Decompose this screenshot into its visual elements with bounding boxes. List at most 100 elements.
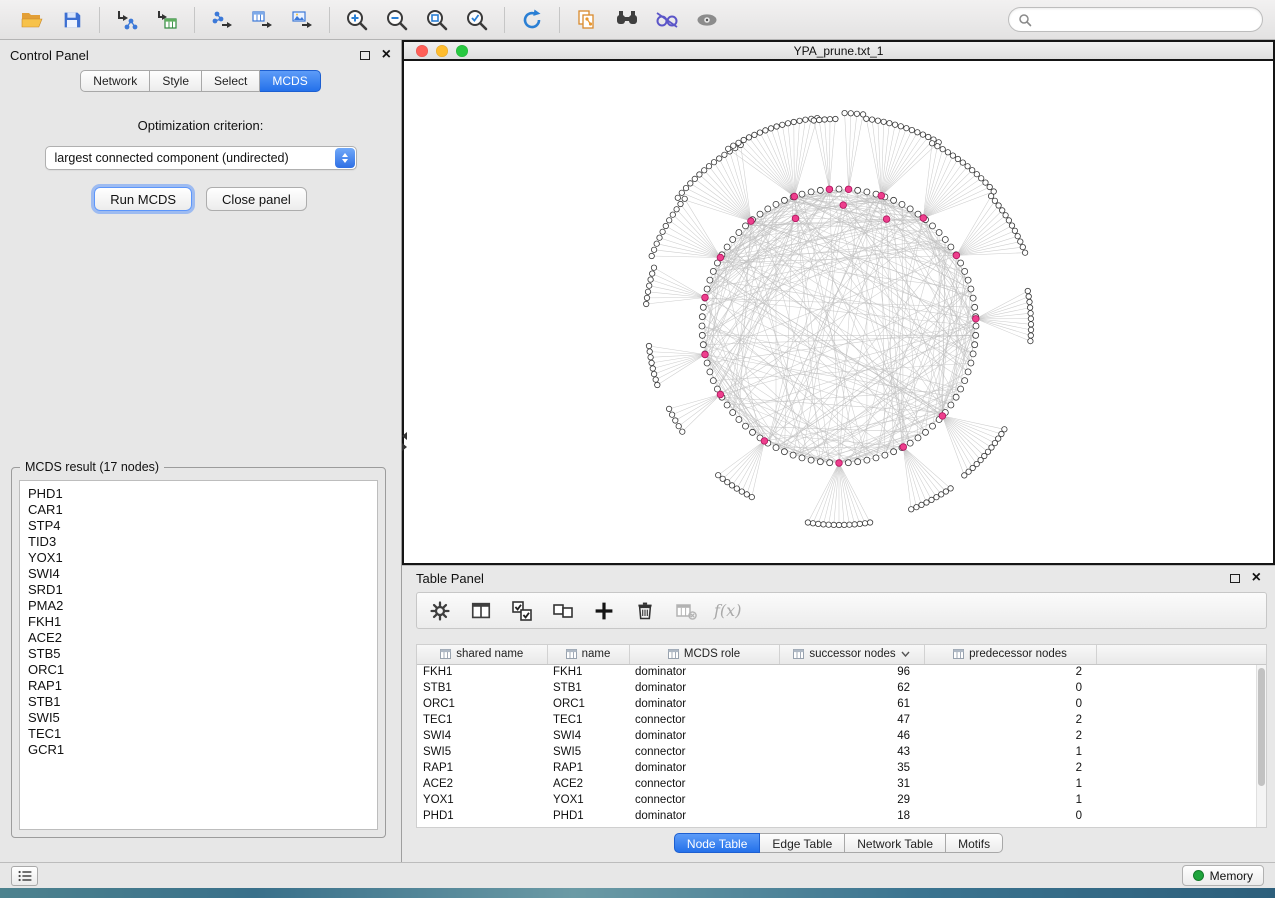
control-panel-header: Control Panel × — [0, 40, 401, 70]
show-columns-icon[interactable] — [468, 598, 494, 624]
table-tab-node-table[interactable]: Node Table — [674, 833, 761, 853]
table-row[interactable]: PHD1PHD1dominator180 — [417, 808, 1267, 824]
table-cell: SWI5 — [547, 744, 629, 760]
table-tab-network-table[interactable]: Network Table — [845, 833, 946, 853]
zoom-in-icon[interactable] — [337, 5, 377, 35]
table-scrollbar[interactable] — [1256, 665, 1266, 827]
table-row[interactable]: TEC1TEC1connector472 — [417, 712, 1267, 728]
close-panel-button[interactable]: Close panel — [206, 187, 307, 211]
run-mcds-button[interactable]: Run MCDS — [94, 187, 192, 211]
tab-select[interactable]: Select — [202, 70, 260, 92]
result-node-item[interactable]: ORC1 — [28, 662, 377, 678]
float-panel-icon[interactable] — [360, 51, 370, 60]
memory-button[interactable]: Memory — [1182, 865, 1264, 886]
result-node-item[interactable]: ACE2 — [28, 630, 377, 646]
close-panel-icon[interactable]: × — [382, 50, 391, 60]
table-cell: 43 — [779, 744, 924, 760]
table-tab-edge-table[interactable]: Edge Table — [760, 833, 845, 853]
window-maximize-button[interactable] — [456, 45, 468, 57]
result-node-item[interactable]: RAP1 — [28, 678, 377, 694]
show-all-icon[interactable] — [687, 5, 727, 35]
tab-mcds[interactable]: MCDS — [260, 70, 320, 92]
result-node-item[interactable]: STP4 — [28, 518, 377, 534]
table-row[interactable]: RAP1RAP1dominator352 — [417, 760, 1267, 776]
result-node-item[interactable]: FKH1 — [28, 614, 377, 630]
column-header-name[interactable]: name — [547, 645, 629, 664]
table-cell: TEC1 — [417, 712, 547, 728]
add-row-icon[interactable] — [591, 598, 617, 624]
collapse-left-icon[interactable] — [402, 432, 407, 440]
table-row[interactable]: FKH1FKH1dominator962 — [417, 664, 1267, 680]
float-table-panel-icon[interactable] — [1230, 574, 1240, 583]
hide-selected-icon[interactable] — [647, 5, 687, 35]
zoom-selected-icon[interactable] — [457, 5, 497, 35]
table-cell: STB1 — [547, 680, 629, 696]
export-network-icon[interactable] — [202, 5, 242, 35]
close-table-panel-icon[interactable]: × — [1252, 573, 1261, 583]
table-cell — [1096, 792, 1267, 808]
table-cell: 46 — [779, 728, 924, 744]
toolbar-separator — [559, 7, 560, 33]
table-cell — [1096, 664, 1267, 680]
clear-selection-icon[interactable] — [550, 598, 576, 624]
delete-row-icon[interactable] — [632, 598, 658, 624]
table-row[interactable]: YOX1YOX1connector291 — [417, 792, 1267, 808]
criterion-dropdown[interactable]: largest connected component (undirected) — [45, 146, 357, 170]
criterion-value: largest connected component (undirected) — [55, 151, 289, 165]
window-close-button[interactable] — [416, 45, 428, 57]
table-row[interactable]: ORC1ORC1dominator610 — [417, 696, 1267, 712]
splitter-handles[interactable] — [402, 432, 407, 451]
column-header-MCDS-role[interactable]: MCDS role — [629, 645, 779, 664]
zoom-out-icon[interactable] — [377, 5, 417, 35]
clone-network-icon[interactable] — [567, 5, 607, 35]
export-image-icon[interactable] — [282, 5, 322, 35]
import-network-icon[interactable] — [107, 5, 147, 35]
select-all-icon[interactable] — [509, 598, 535, 624]
search-network-icon[interactable] — [607, 5, 647, 35]
open-folder-icon[interactable] — [12, 5, 52, 35]
settings-gear-icon[interactable] — [427, 598, 453, 624]
result-node-item[interactable]: SWI4 — [28, 566, 377, 582]
search-input[interactable] — [1038, 13, 1262, 27]
global-search-field[interactable] — [1008, 7, 1263, 32]
table-row[interactable]: SWI4SWI4dominator462 — [417, 728, 1267, 744]
result-node-item[interactable]: SRD1 — [28, 582, 377, 598]
node-table: shared namenameMCDS rolesuccessor nodesp… — [416, 644, 1267, 828]
result-node-item[interactable]: GCR1 — [28, 742, 377, 758]
result-node-item[interactable]: STB1 — [28, 694, 377, 710]
control-panel: Control Panel × NetworkStyleSelectMCDS O… — [0, 40, 402, 862]
network-graph[interactable] — [404, 61, 1273, 561]
save-icon[interactable] — [52, 5, 92, 35]
result-node-item[interactable]: STB5 — [28, 646, 377, 662]
import-table-icon[interactable] — [147, 5, 187, 35]
column-header-predecessor-nodes[interactable]: predecessor nodes — [924, 645, 1096, 664]
network-canvas[interactable] — [404, 61, 1273, 563]
window-minimize-button[interactable] — [436, 45, 448, 57]
column-header-shared-name[interactable]: shared name — [417, 645, 547, 664]
result-node-item[interactable]: YOX1 — [28, 550, 377, 566]
table-cell: 61 — [779, 696, 924, 712]
status-menu-button[interactable] — [11, 866, 38, 886]
tab-style[interactable]: Style — [150, 70, 202, 92]
result-node-item[interactable]: CAR1 — [28, 502, 377, 518]
result-node-item[interactable]: TID3 — [28, 534, 377, 550]
tab-network[interactable]: Network — [80, 70, 150, 92]
mcds-result-list: PHD1CAR1STP4TID3YOX1SWI4SRD1PMA2FKH1ACE2… — [19, 480, 378, 830]
scrollbar-thumb[interactable] — [1258, 668, 1265, 786]
result-node-item[interactable]: SWI5 — [28, 710, 377, 726]
table-row[interactable]: SWI5SWI5connector431 — [417, 744, 1267, 760]
table-row[interactable]: ACE2ACE2connector311 — [417, 776, 1267, 792]
network-view-titlebar[interactable]: YPA_prune.txt_1 — [404, 42, 1273, 61]
table-tab-motifs[interactable]: Motifs — [946, 833, 1003, 853]
mcds-result-groupbox: MCDS result (17 nodes) PHD1CAR1STP4TID3Y… — [11, 467, 386, 838]
expand-right-icon[interactable] — [402, 443, 407, 451]
result-node-item[interactable]: PHD1 — [28, 486, 377, 502]
result-node-item[interactable]: TEC1 — [28, 726, 377, 742]
refresh-icon[interactable] — [512, 5, 552, 35]
zoom-fit-icon[interactable] — [417, 5, 457, 35]
export-table-icon[interactable] — [242, 5, 282, 35]
column-header-filler — [1096, 645, 1267, 664]
table-row[interactable]: STB1STB1dominator620 — [417, 680, 1267, 696]
result-node-item[interactable]: PMA2 — [28, 598, 377, 614]
column-header-successor-nodes[interactable]: successor nodes — [779, 645, 924, 664]
